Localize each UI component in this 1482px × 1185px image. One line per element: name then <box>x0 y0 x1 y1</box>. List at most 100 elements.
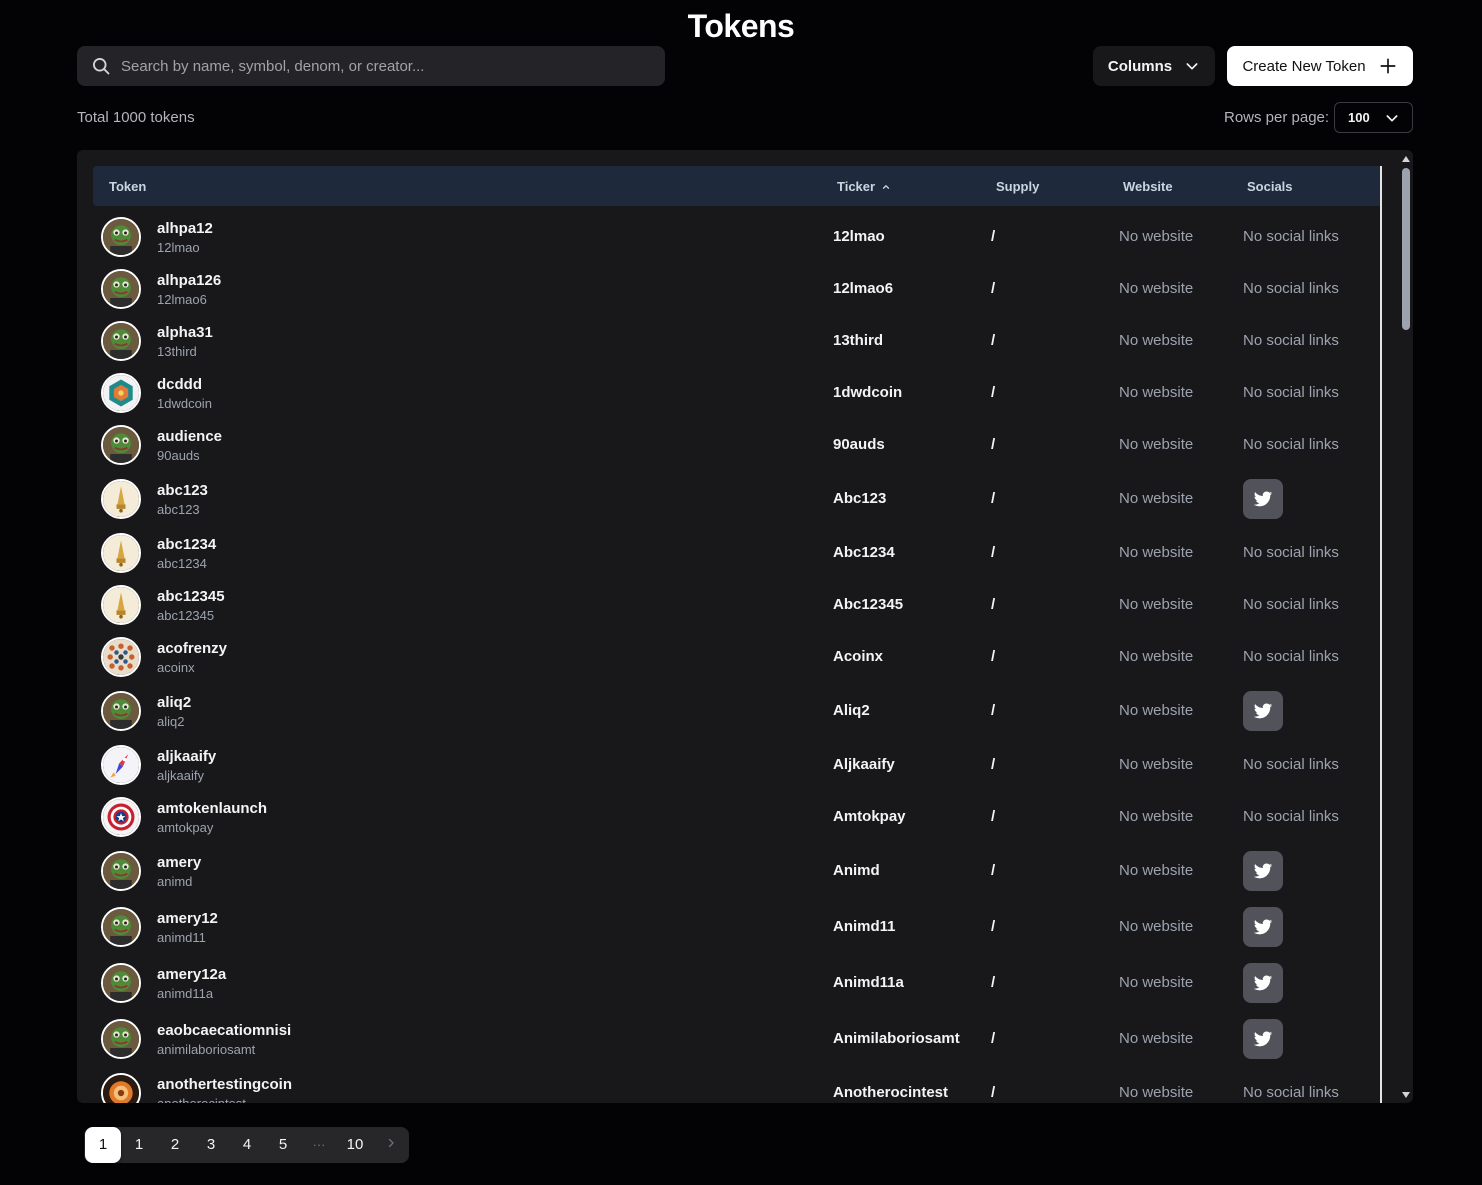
page-button-4[interactable]: 4 <box>229 1127 265 1163</box>
token-name[interactable]: aliq2 <box>157 694 191 711</box>
create-new-token-button[interactable]: Create New Token <box>1227 46 1413 86</box>
rows-per-page-label: Rows per page: <box>1224 109 1330 126</box>
page-button-3[interactable]: 3 <box>193 1127 229 1163</box>
token-ticker: Animilaboriosamt <box>833 1030 960 1047</box>
table-scrollbar[interactable] <box>1399 150 1413 1103</box>
scroll-thumb[interactable] <box>1402 168 1410 330</box>
token-supply: / <box>991 596 996 613</box>
twitter-icon <box>1253 1031 1273 1047</box>
token-ticker: Amtokpay <box>833 808 906 825</box>
scroll-up-arrow-icon[interactable] <box>1401 154 1411 164</box>
token-name[interactable]: abc1234 <box>157 536 216 553</box>
token-symbol: abc12345 <box>157 608 215 623</box>
token-avatar <box>101 1073 141 1103</box>
plus-icon <box>1380 58 1396 74</box>
token-avatar <box>101 479 141 519</box>
token-name[interactable]: anothertestingcoin <box>157 1076 292 1093</box>
token-avatar <box>101 217 141 257</box>
token-symbol: 13third <box>157 344 197 359</box>
token-ticker: Anotherocintest <box>833 1084 949 1101</box>
header-ticker[interactable]: Ticker <box>837 179 891 194</box>
create-button-label: Create New Token <box>1242 57 1366 75</box>
page-button-10[interactable]: 10 <box>337 1127 373 1163</box>
token-name[interactable]: eaobcaecatiomnisi <box>157 1022 291 1039</box>
header-token[interactable]: Token <box>109 179 146 194</box>
token-name[interactable]: aljkaaify <box>157 748 216 765</box>
token-ticker: 1dwdcoin <box>833 384 903 401</box>
token-name[interactable]: abc12345 <box>157 588 225 605</box>
token-ticker: Aliq2 <box>833 702 870 719</box>
token-symbol: aliq2 <box>157 714 185 729</box>
search-input[interactable] <box>119 56 639 76</box>
token-name[interactable]: dcddd <box>157 376 202 393</box>
twitter-link-button[interactable] <box>1243 691 1283 731</box>
chevron-down-icon <box>1386 114 1398 121</box>
twitter-icon <box>1253 863 1273 879</box>
token-name[interactable]: amery12a <box>157 966 226 983</box>
search-box[interactable] <box>77 46 665 86</box>
token-name[interactable]: alpha31 <box>157 324 213 341</box>
page-button-1[interactable]: 1 <box>121 1127 157 1163</box>
token-avatar <box>101 851 141 891</box>
token-ticker: Abc1234 <box>833 544 895 561</box>
token-socials: No social links <box>1243 756 1339 773</box>
token-name[interactable]: amtokenlaunch <box>157 800 267 817</box>
twitter-icon <box>1253 703 1273 719</box>
token-ticker: Abc123 <box>833 490 887 507</box>
token-supply: / <box>991 384 996 401</box>
twitter-link-button[interactable] <box>1243 907 1283 947</box>
token-supply: / <box>991 918 996 935</box>
page-button-1[interactable]: 1 <box>85 1127 121 1163</box>
next-page-button[interactable] <box>373 1127 409 1163</box>
token-socials: No social links <box>1243 384 1339 401</box>
token-website: No website <box>1119 918 1194 935</box>
twitter-link-button[interactable] <box>1243 1019 1283 1059</box>
header-ticker-label: Ticker <box>837 179 876 194</box>
token-ticker: 12lmao <box>833 228 885 245</box>
header-socials[interactable]: Socials <box>1247 179 1293 194</box>
token-website: No website <box>1119 1030 1194 1047</box>
token-website: No website <box>1119 648 1194 665</box>
token-name[interactable]: audience <box>157 428 222 445</box>
token-name[interactable]: alhpa12 <box>157 220 213 237</box>
header-website[interactable]: Website <box>1123 179 1173 194</box>
token-socials: No social links <box>1243 228 1339 245</box>
token-supply: / <box>991 862 996 879</box>
page-button-5[interactable]: 5 <box>265 1127 301 1163</box>
token-website: No website <box>1119 280 1194 297</box>
token-supply: / <box>991 490 996 507</box>
page-button-2[interactable]: 2 <box>157 1127 193 1163</box>
header-supply[interactable]: Supply <box>996 179 1039 194</box>
token-ticker: Aljkaaify <box>833 756 895 773</box>
token-website: No website <box>1119 384 1194 401</box>
token-avatar <box>101 269 141 309</box>
token-website: No website <box>1119 808 1194 825</box>
token-name[interactable]: amery <box>157 854 201 871</box>
token-website: No website <box>1119 974 1194 991</box>
token-website: No website <box>1119 436 1194 453</box>
token-ticker: 12lmao6 <box>833 280 894 297</box>
token-ticker: Animd <box>833 862 880 879</box>
chevron-right-icon <box>388 1138 394 1148</box>
scroll-down-arrow-icon[interactable] <box>1401 1090 1411 1100</box>
columns-button[interactable]: Columns <box>1093 46 1215 86</box>
token-name[interactable]: alhpa126 <box>157 272 221 289</box>
token-website: No website <box>1119 228 1194 245</box>
token-name[interactable]: amery12 <box>157 910 218 927</box>
twitter-link-button[interactable] <box>1243 479 1283 519</box>
tokens-table-panel: Token Ticker Supply Website Socials alhp… <box>77 150 1413 1103</box>
rows-per-page-value: 100 <box>1348 110 1370 125</box>
token-name[interactable]: abc123 <box>157 482 208 499</box>
token-website: No website <box>1119 1084 1194 1101</box>
token-website: No website <box>1119 756 1194 773</box>
token-name[interactable]: acofrenzy <box>157 640 227 657</box>
token-website: No website <box>1119 702 1194 719</box>
twitter-link-button[interactable] <box>1243 851 1283 891</box>
token-symbol: 12lmao <box>157 240 200 255</box>
columns-button-label: Columns <box>1107 57 1173 75</box>
token-symbol: animd11a <box>157 986 214 1001</box>
token-avatar <box>101 533 141 573</box>
token-supply: / <box>991 436 996 453</box>
twitter-link-button[interactable] <box>1243 963 1283 1003</box>
rows-per-page-select[interactable]: 100 <box>1334 102 1413 133</box>
